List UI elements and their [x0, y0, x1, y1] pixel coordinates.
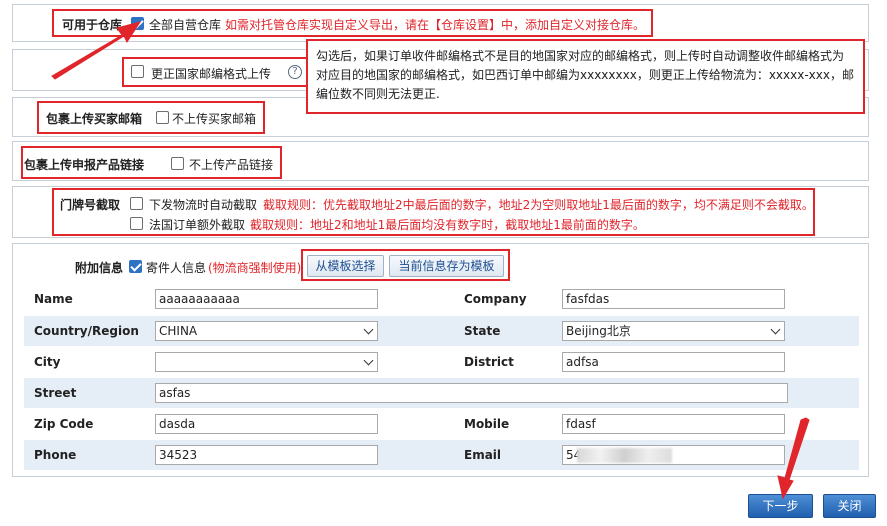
arrow-to-next-button	[777, 417, 810, 500]
annotation-arrow-icon	[51, 21, 810, 500]
arrow-to-checkbox	[51, 21, 142, 80]
